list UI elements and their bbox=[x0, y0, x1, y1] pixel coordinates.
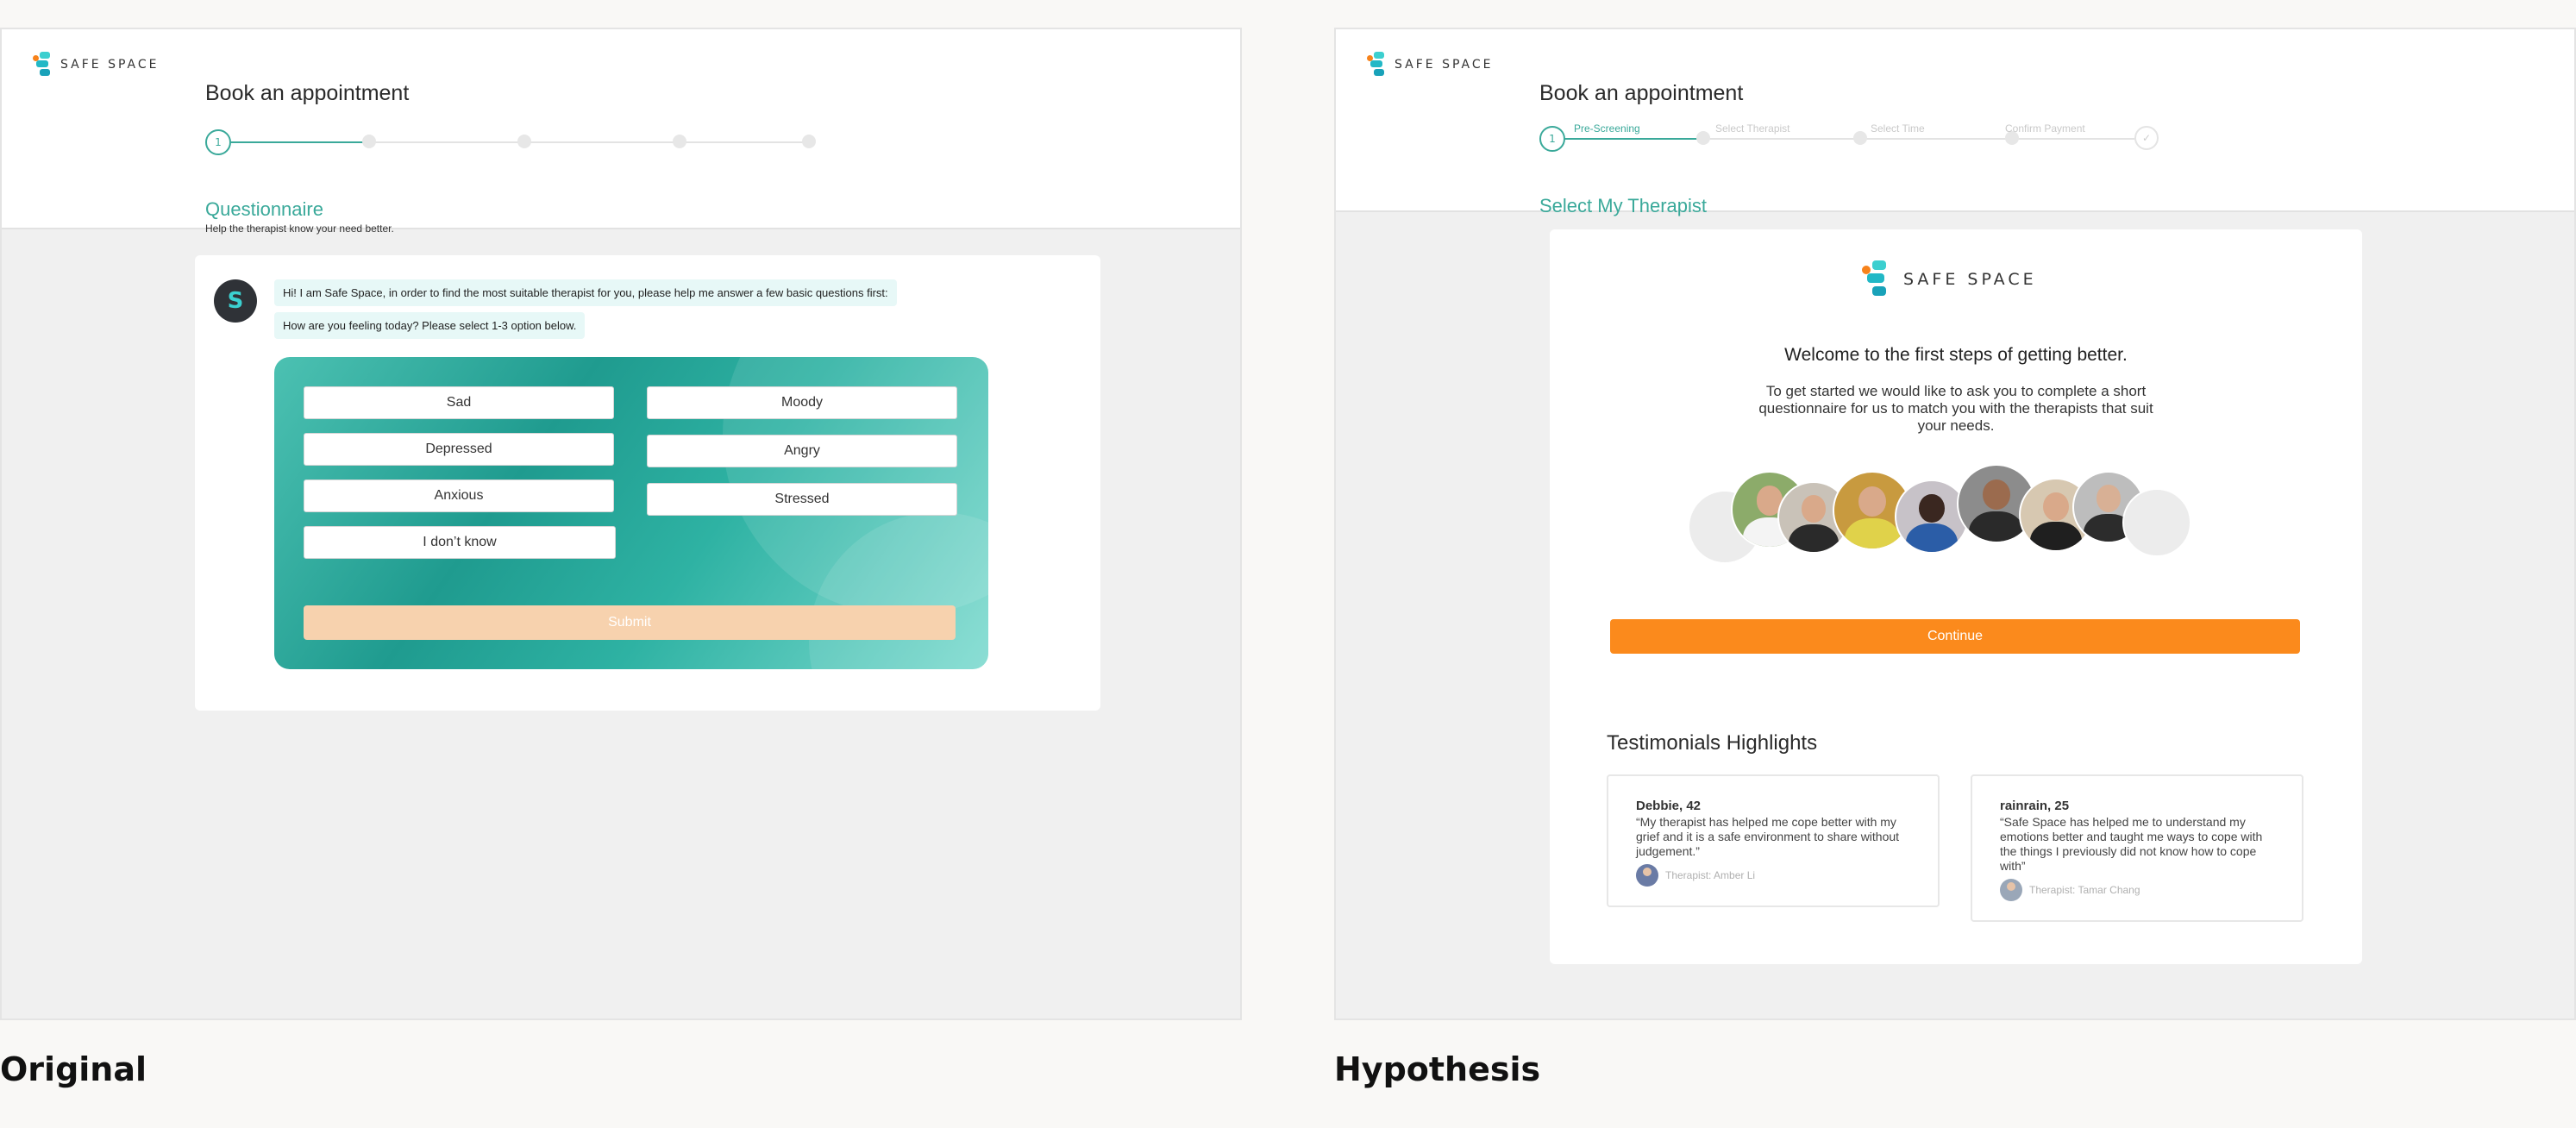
page-title: Book an appointment bbox=[1539, 81, 1744, 105]
option-sad[interactable]: Sad bbox=[304, 386, 614, 419]
continue-button[interactable]: Continue bbox=[1610, 619, 2300, 654]
chat-message: How are you feeling today? Please select… bbox=[274, 312, 586, 339]
step-2-node bbox=[362, 135, 376, 148]
intro-text: To get started we would like to ask you … bbox=[1758, 383, 2153, 434]
logo-icon bbox=[1367, 52, 1389, 78]
option-stressed[interactable]: Stressed bbox=[647, 483, 957, 516]
stepper-progress bbox=[217, 141, 369, 143]
therapist-mini-avatar bbox=[2000, 879, 2022, 901]
header: SAFE SPACE Book an appointment 1 ✓ Pre-S… bbox=[1336, 29, 2574, 216]
caption-original: Original bbox=[0, 1050, 147, 1088]
options-box: Sad Moody Depressed Angry Anxious Stress… bbox=[274, 357, 988, 669]
step-5-node bbox=[802, 135, 816, 148]
therapist-name: Therapist: Amber Li bbox=[1665, 869, 1756, 881]
testimonials-heading: Testimonials Highlights bbox=[1607, 731, 1818, 755]
testimonial-quote: “My therapist has helped me cope better … bbox=[1636, 815, 1900, 858]
welcome-heading: Welcome to the first steps of getting be… bbox=[1784, 345, 2128, 365]
section-title: Questionnaire bbox=[205, 198, 323, 220]
option-depressed[interactable]: Depressed bbox=[304, 433, 614, 466]
step-done-node: ✓ bbox=[2134, 126, 2159, 150]
step-4-node bbox=[673, 135, 686, 148]
welcome-card: SAFE SPACE Welcome to the first steps of… bbox=[1550, 229, 2362, 964]
testimonial-author: rainrain, 25 bbox=[2000, 799, 2070, 813]
hypothesis-panel: SAFE SPACE Book an appointment 1 ✓ Pre-S… bbox=[1334, 28, 2576, 1020]
option-angry[interactable]: Angry bbox=[647, 435, 957, 467]
testimonial-quote: “Safe Space has helped me to understand … bbox=[2000, 815, 2263, 873]
placeholder-avatar bbox=[2122, 488, 2191, 557]
chat-card: S Hi! I am Safe Space, in order to find … bbox=[195, 255, 1100, 711]
header: SAFE SPACE Book an appointment 1 Questio… bbox=[2, 29, 1240, 235]
logo-text: SAFE SPACE bbox=[60, 58, 160, 72]
card-logo: SAFE SPACE bbox=[1862, 260, 2037, 298]
logo-text: SAFE SPACE bbox=[1903, 270, 2037, 289]
submit-button[interactable]: Submit bbox=[304, 605, 956, 640]
bot-avatar: S bbox=[214, 279, 257, 323]
logo[interactable]: SAFE SPACE bbox=[1367, 52, 1493, 78]
step-1-node[interactable]: 1 bbox=[1539, 126, 1565, 152]
step-label: Select Time bbox=[1871, 122, 1925, 135]
bot-avatar-icon: S bbox=[227, 288, 244, 314]
therapist-avatars bbox=[1688, 464, 2222, 566]
section-subtitle: Help the therapist know your need better… bbox=[205, 222, 394, 235]
section-title: Select My Therapist bbox=[1539, 195, 1708, 216]
option-anxious[interactable]: Anxious bbox=[304, 479, 614, 512]
therapist-avatar bbox=[1895, 479, 1969, 554]
progress-stepper: 1 bbox=[205, 129, 818, 155]
page-title: Book an appointment bbox=[205, 81, 410, 105]
step-label: Select Therapist bbox=[1715, 122, 1790, 135]
testimonial-therapist: Therapist: Tamar Chang bbox=[2000, 879, 2276, 901]
testimonial-card: rainrain, 25 “Safe Space has helped me t… bbox=[1971, 774, 2303, 922]
testimonial-author: Debbie, 42 bbox=[1636, 799, 1702, 813]
testimonial-card: Debbie, 42 “My therapist has helped me c… bbox=[1607, 774, 1940, 907]
chat-message: Hi! I am Safe Space, in order to find th… bbox=[274, 279, 897, 306]
therapist-name: Therapist: Tamar Chang bbox=[2029, 884, 2140, 896]
logo[interactable]: SAFE SPACE bbox=[33, 52, 159, 78]
step-1-node[interactable]: 1 bbox=[205, 129, 231, 155]
therapist-mini-avatar bbox=[1636, 864, 1658, 887]
step-2-node bbox=[1696, 131, 1710, 145]
step-label: Confirm Payment bbox=[2005, 122, 2085, 135]
option-dont-know[interactable]: I don’t know bbox=[304, 526, 616, 559]
caption-hypothesis: Hypothesis bbox=[1334, 1050, 1541, 1088]
option-moody[interactable]: Moody bbox=[647, 386, 957, 419]
stepper-progress bbox=[1551, 138, 1702, 140]
logo-icon bbox=[1862, 260, 1893, 298]
step-3-node bbox=[1853, 131, 1867, 145]
logo-icon bbox=[33, 52, 55, 78]
step-label: Pre-Screening bbox=[1574, 122, 1640, 135]
original-panel: SAFE SPACE Book an appointment 1 Questio… bbox=[0, 28, 1242, 1020]
testimonial-therapist: Therapist: Amber Li bbox=[1636, 864, 1912, 887]
logo-text: SAFE SPACE bbox=[1395, 58, 1494, 72]
step-3-node bbox=[517, 135, 531, 148]
